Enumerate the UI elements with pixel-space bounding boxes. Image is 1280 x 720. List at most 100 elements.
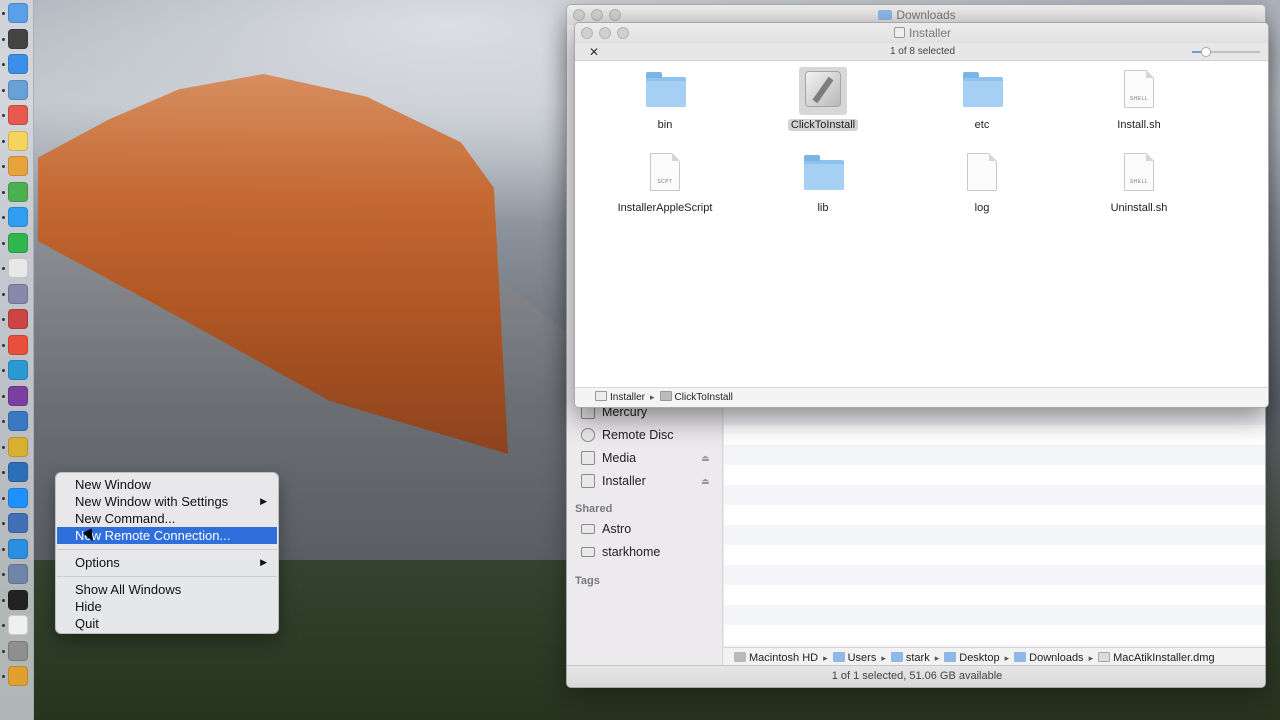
chevron-right-icon: ▶ [260,496,267,506]
minimize-window-button[interactable] [591,9,603,21]
sidebar-item-label: Astro [602,522,632,536]
sidebar-item-astro[interactable]: Astro [581,519,631,539]
hard-drive-icon [734,652,746,662]
running-indicator [2,63,5,66]
sidebar-item-label: Media [602,451,637,465]
appstore-icon[interactable] [8,538,28,559]
menu-item-new-window-with-settings[interactable]: New Window with Settings ▶ [57,493,277,510]
file-label: log [974,202,990,214]
running-indicator [2,394,5,398]
preview-icon[interactable] [8,283,28,304]
folder-icon [799,150,847,198]
sidebar-header-shared: Shared [575,503,613,515]
terminal-icon[interactable] [8,589,28,610]
sidebar-item-remote-disc[interactable]: Remote Disc [581,425,674,445]
icon-size-slider-knob[interactable] [1201,47,1211,57]
menu-item-new-command[interactable]: New Command... [57,510,277,527]
terminal-dock-menu: New Window New Window with Settings ▶ New… [55,472,279,634]
path-segment[interactable]: ClickToInstall [659,388,733,407]
running-indicator [2,216,5,219]
close-window-button[interactable] [581,27,593,39]
wiki-icon[interactable] [8,436,28,457]
installer-titlebar[interactable]: Installer [575,23,1268,43]
folder-icon[interactable] [8,666,28,686]
close-icon[interactable]: ✕ [589,43,599,61]
calendar-icon[interactable] [8,105,28,125]
shell-script-icon: SHELL [1115,150,1163,198]
onenote-icon[interactable] [8,385,28,406]
photos-icon[interactable] [8,156,28,176]
app-store-icon[interactable] [8,487,28,508]
safari-icon[interactable] [8,54,28,74]
menu-item-show-all-windows[interactable]: Show All Windows [57,581,277,598]
chrome-icon[interactable] [8,334,28,355]
running-indicator [2,114,5,117]
mail-icon[interactable] [8,79,28,100]
menu-separator [57,549,277,550]
downloads-status-bar: 1 of 1 selected, 51.06 GB available [567,665,1265,687]
file-item-install-sh[interactable]: SHELL Install.sh [1064,67,1214,131]
file-item-lib[interactable]: lib [748,150,898,214]
bar-app-icon[interactable] [8,564,28,584]
notes-icon[interactable] [8,130,28,151]
file-item-installerapplescript[interactable]: SCPT InstallerAppleScript [590,150,740,214]
sidebar-item-label: Installer [602,474,646,488]
installer-window[interactable]: Installer ✕ 1 of 8 selected bin ClickToI… [574,22,1269,408]
minimize-window-button[interactable] [599,27,611,39]
globe-icon[interactable] [8,411,28,431]
file-item-clicktoinstall[interactable]: ClickToInstall [748,67,898,131]
close-window-button[interactable] [573,9,585,21]
sidebar-item-label: starkhome [602,545,661,559]
chrome-icon[interactable] [8,181,28,202]
drive-icon [581,451,595,465]
xcode-icon[interactable] [8,462,28,482]
zoom-window-button[interactable] [609,9,621,21]
path-segment[interactable]: Installer [595,388,645,407]
running-indicator [2,624,5,627]
sidebar-item-installer[interactable]: Installer ⏏ [581,471,721,491]
s-app-icon[interactable] [8,360,28,380]
menu-item-hide[interactable]: Hide [57,598,277,615]
running-indicator [2,165,5,168]
finder-icon[interactable] [8,3,28,23]
document-icon [958,150,1006,198]
volume-icon [595,391,607,401]
drive-icon [581,474,595,488]
menu-item-new-window[interactable]: New Window [57,476,277,493]
file-label: lib [817,202,829,214]
app-icon[interactable] [8,309,28,329]
path-separator: ▸ [650,392,655,402]
running-indicator [2,12,5,15]
file-item-etc[interactable]: etc [907,67,1057,131]
window-title: Installer [908,26,952,40]
installer-app-icon [659,391,672,401]
running-indicator [2,190,5,194]
file-item-uninstall-sh[interactable]: SHELL Uninstall.sh [1064,150,1214,214]
eject-icon[interactable]: ⏏ [701,471,710,491]
menu-item-quit[interactable]: Quit [57,615,277,632]
eject-icon[interactable]: ⏏ [701,448,710,468]
file-label: bin [657,119,673,131]
zoom-window-button[interactable] [617,27,629,39]
file-item-bin[interactable]: bin [590,67,740,131]
sidebar-item-media[interactable]: Media ⏏ [581,448,721,468]
running-indicator [2,522,5,525]
facetime-icon[interactable] [8,232,28,253]
messages-icon[interactable] [8,207,28,227]
running-indicator [2,649,5,653]
folder-icon [832,652,845,662]
installer-path-bar: Installer ▸ ClickToInstall [575,387,1268,407]
menu-item-options[interactable]: Options ▶ [57,554,277,571]
running-indicator [2,88,5,92]
dashboard-icon[interactable] [8,28,28,49]
textedit-icon[interactable] [8,258,28,278]
network-icon[interactable] [8,640,28,661]
disc-icon [581,428,595,442]
document-icon[interactable] [8,615,28,635]
compass-icon[interactable] [8,513,28,533]
running-indicator [2,292,5,296]
file-item-log[interactable]: log [907,150,1057,214]
sidebar-item-starkhome[interactable]: starkhome [581,542,660,562]
disk-image-icon [1098,652,1111,662]
running-indicator [2,139,5,143]
